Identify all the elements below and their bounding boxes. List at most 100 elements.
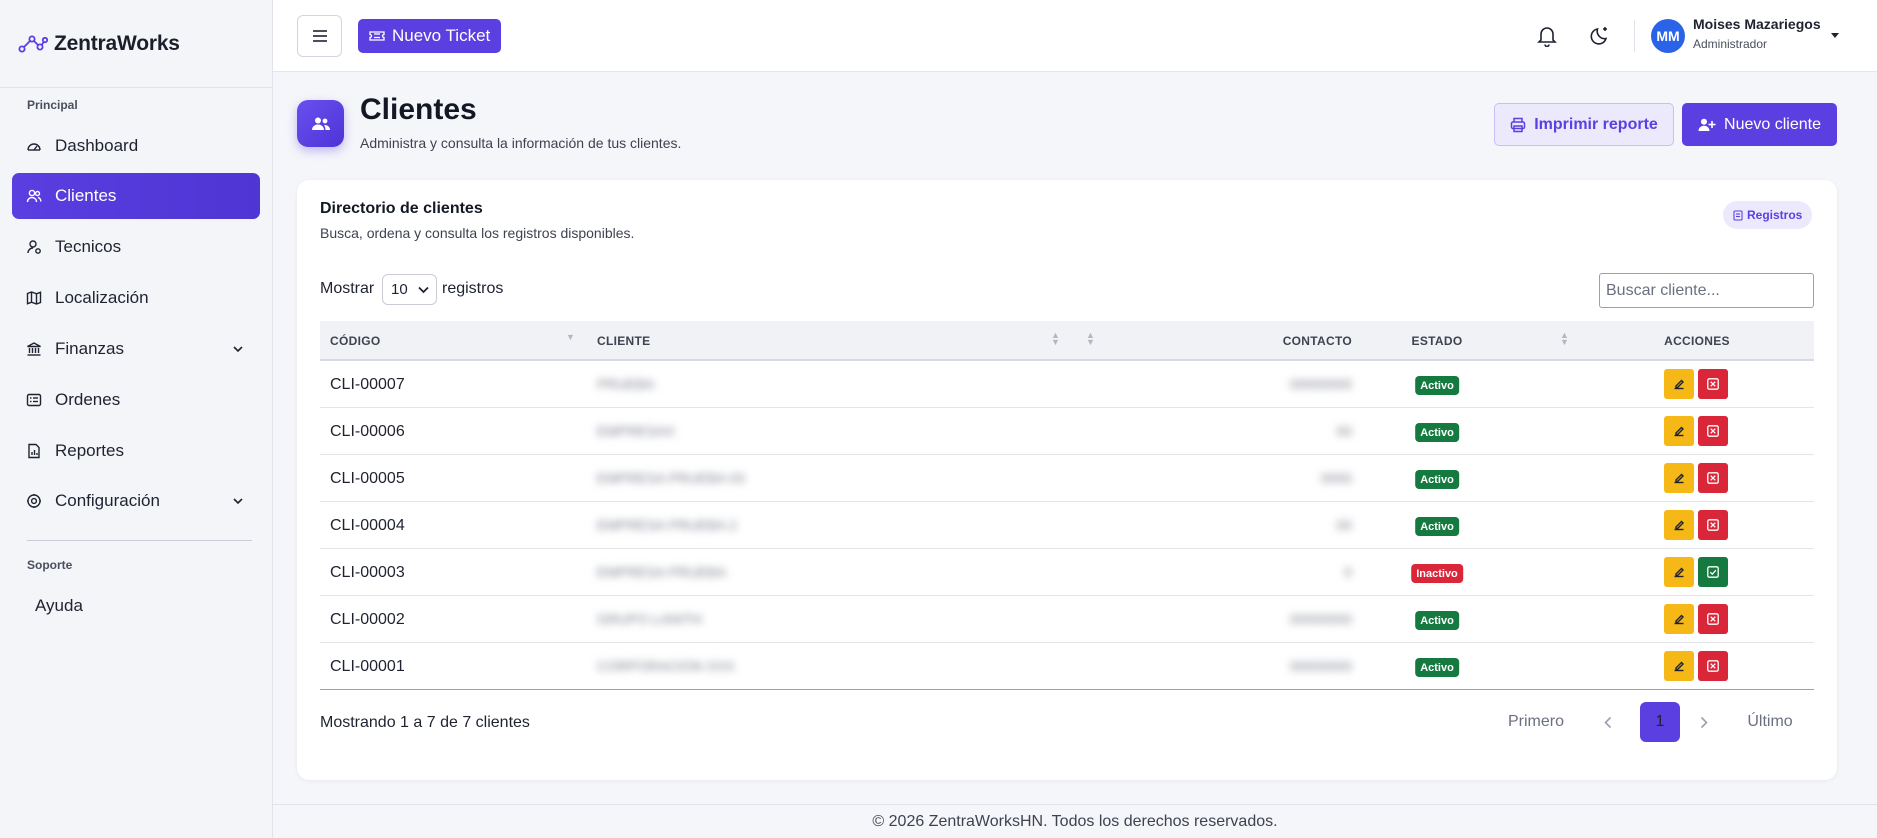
deactivate-button[interactable] <box>1698 416 1728 446</box>
gear-icon <box>26 493 42 509</box>
sidebar-item-label: Clientes <box>55 186 117 205</box>
col-code[interactable]: CÓDIGO <box>330 334 380 348</box>
table-row: CLI-00003 EMPRESA PRUEBA 0 Inactivo <box>320 549 1814 596</box>
col-status[interactable]: ESTADO <box>1412 334 1463 348</box>
new-ticket-label: Nuevo Ticket <box>392 26 491 45</box>
edit-button[interactable] <box>1664 651 1694 681</box>
page-users-icon <box>297 100 344 147</box>
notifications-button[interactable] <box>1535 24 1559 48</box>
pagination-prev[interactable] <box>1593 702 1623 742</box>
avatar[interactable]: MM <box>1651 19 1685 53</box>
sort-icon[interactable]: ▲ ▼ <box>1051 331 1060 347</box>
edit-button[interactable] <box>1664 510 1694 540</box>
menu-toggle-button[interactable] <box>297 15 342 57</box>
table-row: CLI-00005 EMPRESA PRUEBA 03 0000 Activo <box>320 455 1814 502</box>
deactivate-button[interactable] <box>1698 651 1728 681</box>
sidebar-item-label: Dashboard <box>55 136 139 155</box>
sidebar-item-ordenes[interactable]: Ordenes <box>12 377 260 423</box>
sidebar-item-localizacion[interactable]: Localización <box>12 275 260 321</box>
sidebar-item-label: Ordenes <box>55 390 121 409</box>
pagination-page-current[interactable]: 1 <box>1640 702 1680 742</box>
close-box-icon <box>1707 378 1719 390</box>
client-code: CLI-00005 <box>330 470 405 487</box>
client-contact: 00000000 <box>1289 611 1352 627</box>
edit-icon <box>1674 473 1684 484</box>
sidebar-item-label: Localización <box>55 288 149 307</box>
status-badge: Activo <box>1415 376 1459 395</box>
list-icon <box>26 392 42 408</box>
client-name: EMPRESAX <box>597 423 675 439</box>
client-name: GRUPO LANITH <box>597 611 703 627</box>
close-box-icon <box>1707 425 1719 437</box>
col-actions: ACCIONES <box>1664 334 1730 348</box>
col-client[interactable]: CLIENTE <box>597 334 650 348</box>
sidebar-item-finanzas[interactable]: Finanzas <box>12 326 260 372</box>
print-report-button[interactable]: Imprimir reporte <box>1494 103 1674 146</box>
pagination-first[interactable]: Primero <box>1499 702 1573 742</box>
user-role: Administrador <box>1693 37 1768 51</box>
bell-icon <box>1537 27 1557 47</box>
pagination-last[interactable]: Último <box>1738 702 1802 742</box>
map-icon <box>26 290 42 306</box>
new-client-label: Nuevo cliente <box>1724 115 1821 133</box>
sort-desc-icon[interactable]: ▼ <box>566 333 575 342</box>
deactivate-button[interactable] <box>1698 604 1728 634</box>
chevron-down-icon <box>233 346 243 353</box>
chevron-right-icon <box>1700 716 1708 728</box>
sidebar-divider <box>27 540 252 541</box>
print-report-label: Imprimir reporte <box>1534 115 1658 133</box>
footer: © 2026 ZentraWorksHN. Todos los derechos… <box>273 804 1877 838</box>
client-code: CLI-00006 <box>330 423 405 440</box>
new-client-button[interactable]: Nuevo cliente <box>1682 103 1837 146</box>
sort-icon[interactable]: ▲ ▼ <box>1086 331 1095 347</box>
edit-button[interactable] <box>1664 416 1694 446</box>
client-name: EMPRESA PRUEBA 03 <box>597 470 745 486</box>
card-title: Directorio de clientes <box>320 200 483 217</box>
deactivate-button[interactable] <box>1698 369 1728 399</box>
edit-button[interactable] <box>1664 557 1694 587</box>
sort-icon[interactable]: ▲ ▼ <box>1560 331 1569 347</box>
section-title-principal: Principal <box>27 98 78 112</box>
sidebar-item-label: Reportes <box>55 441 124 460</box>
section-title-soporte: Soporte <box>27 558 73 572</box>
brand[interactable]: ZentraWorks <box>0 0 272 88</box>
status-badge: Activo <box>1415 658 1459 677</box>
status-badge: Activo <box>1415 470 1459 489</box>
brand-name: ZentraWorks <box>54 31 180 55</box>
deactivate-button[interactable] <box>1698 510 1728 540</box>
records-label: registros <box>442 280 504 297</box>
theme-toggle-button[interactable] <box>1588 24 1612 48</box>
sidebar-item-configuracion[interactable]: Configuración <box>12 478 260 524</box>
sidebar-item-tecnicos[interactable]: Tecnicos <box>12 224 260 270</box>
edit-button[interactable] <box>1664 369 1694 399</box>
status-badge: Activo <box>1415 517 1459 536</box>
user-name: Moises Mazariegos <box>1693 16 1821 32</box>
edit-icon <box>1674 520 1684 531</box>
client-contact: 0000 <box>1320 470 1352 486</box>
card-subtitle: Busca, ordena y consulta los registros d… <box>320 225 635 241</box>
hamburger-icon <box>312 30 327 42</box>
search-input[interactable] <box>1599 273 1814 308</box>
topbar-divider <box>1634 20 1635 52</box>
sidebar-item-clientes[interactable]: Clientes <box>12 173 260 219</box>
user-menu-caret-icon[interactable] <box>1831 33 1839 38</box>
printer-icon <box>1510 117 1526 132</box>
check-box-icon <box>1707 566 1719 578</box>
pagination-next[interactable] <box>1689 702 1719 742</box>
client-code: CLI-00003 <box>330 564 405 581</box>
logo-icon <box>18 35 48 52</box>
client-contact: 00 <box>1336 517 1352 533</box>
sidebar-item-reportes[interactable]: Reportes <box>12 428 260 474</box>
page-size-select[interactable]: 10 <box>382 274 437 305</box>
deactivate-button[interactable] <box>1698 463 1728 493</box>
edit-button[interactable] <box>1664 463 1694 493</box>
gauge-icon <box>26 138 42 154</box>
sidebar-item-ayuda[interactable]: Ayuda <box>35 596 83 616</box>
client-name: EMPRESA PRUEBA <box>597 564 727 580</box>
new-ticket-button[interactable]: Nuevo Ticket <box>358 19 502 53</box>
sidebar-item-dashboard[interactable]: Dashboard <box>12 123 260 169</box>
activate-button[interactable] <box>1698 557 1728 587</box>
edit-button[interactable] <box>1664 604 1694 634</box>
report-icon <box>26 443 42 459</box>
status-badge: Inactivo <box>1411 564 1463 583</box>
